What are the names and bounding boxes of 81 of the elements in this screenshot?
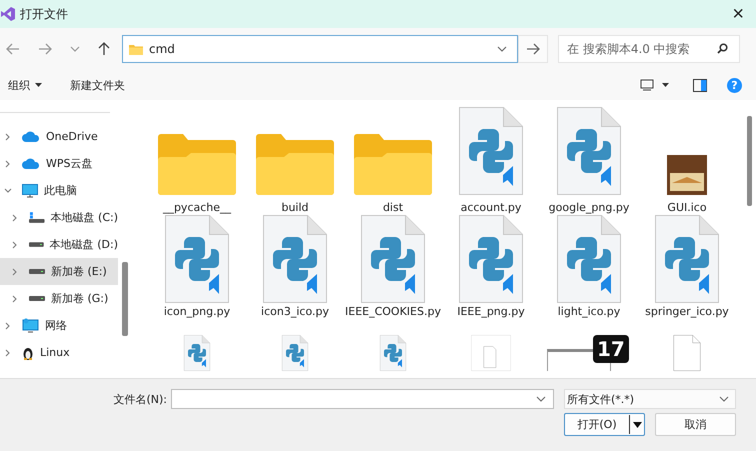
sidebar-item[interactable]: 新加卷 (G:) <box>0 285 118 312</box>
python-file-icon[interactable] <box>655 215 719 303</box>
address-field[interactable]: cmd <box>122 35 518 63</box>
back-arrow-icon[interactable] <box>6 43 20 55</box>
sidebar-item[interactable]: 本地磁盘 (C:) <box>0 204 118 231</box>
folder-icon[interactable] <box>158 133 236 195</box>
go-button[interactable] <box>518 35 548 63</box>
monitor-icon <box>22 184 38 198</box>
file-name[interactable]: dist <box>345 201 441 215</box>
file-name[interactable]: account.py <box>443 201 539 215</box>
drive-icon <box>29 296 45 302</box>
right-arrow-icon <box>526 43 540 55</box>
file-name[interactable]: build <box>247 201 343 215</box>
app-logo-icon <box>0 6 16 22</box>
sidebar-item[interactable]: 网络 <box>0 312 118 339</box>
python-file-icon[interactable] <box>263 215 327 303</box>
chevron-right-icon[interactable] <box>4 348 12 356</box>
file-name[interactable]: icon3_ico.py <box>247 305 343 319</box>
sidebar-item[interactable]: Linux <box>0 339 118 366</box>
file-name[interactable]: IEEE_png.py <box>443 305 539 319</box>
scrollbar-thumb[interactable] <box>747 116 752 206</box>
chevron-right-icon[interactable] <box>11 294 19 302</box>
organize-menu-button[interactable]: 组织 <box>8 76 42 94</box>
file-name[interactable]: light_ico.py <box>541 305 637 319</box>
new-folder-button[interactable]: 新建文件夹 <box>70 76 125 94</box>
folder-icon <box>129 44 143 54</box>
cancel-button[interactable]: 取消 <box>655 413 736 436</box>
close-button[interactable]: × <box>728 4 748 24</box>
python-file-icon[interactable] <box>361 215 425 303</box>
python-file-icon[interactable] <box>557 215 621 303</box>
file-name[interactable]: icon_png.py <box>149 305 245 319</box>
chevron-right-icon[interactable] <box>11 240 19 248</box>
file-name[interactable]: IEEE_COOKIES.py <box>345 305 441 319</box>
folder-icon[interactable] <box>256 133 334 195</box>
drive-icon <box>29 242 44 248</box>
filename-field[interactable] <box>171 389 554 409</box>
network-icon <box>22 318 39 333</box>
sidebar-item[interactable]: 此电脑 <box>0 177 118 204</box>
python-file-icon[interactable] <box>165 215 229 303</box>
sidebar-item[interactable]: 新加卷 (E:) <box>0 258 118 285</box>
search-icon[interactable] <box>717 43 728 54</box>
chevron-down-icon <box>719 396 729 402</box>
folder-icon[interactable] <box>354 133 432 195</box>
sidebar-item[interactable]: WPS云盘 <box>0 150 118 177</box>
caret-icon[interactable] <box>662 83 669 87</box>
sidebar-item[interactable]: 本地磁盘 (D:) <box>0 231 118 258</box>
chevron-right-icon[interactable] <box>11 214 19 222</box>
filename-label: 文件名(N): <box>113 392 167 406</box>
chevron-right-icon[interactable] <box>4 322 12 330</box>
image-file-icon[interactable] <box>667 155 707 195</box>
python-file-icon[interactable] <box>557 107 621 195</box>
file-name[interactable]: GUI.ico <box>639 201 735 215</box>
cloud-icon <box>22 131 40 142</box>
search-field[interactable]: 在 搜索脚本4.0 中搜索 <box>558 35 740 63</box>
view-mode-icon[interactable] <box>640 79 654 91</box>
cloud-icon <box>22 158 40 169</box>
up-arrow-icon[interactable] <box>98 42 110 56</box>
python-file-icon[interactable] <box>459 107 523 195</box>
open-button[interactable]: 打开(O) <box>564 413 645 436</box>
chevron-down-icon[interactable] <box>70 46 80 52</box>
scrollbar-thumb[interactable] <box>122 262 128 336</box>
chevron-right-icon[interactable] <box>11 268 19 276</box>
forward-arrow-icon[interactable] <box>38 43 52 55</box>
window-title: 打开文件 <box>20 6 68 22</box>
chevron-right-icon[interactable] <box>4 132 12 140</box>
caret-icon <box>35 83 42 87</box>
file-name[interactable]: __pycache__ <box>149 201 245 215</box>
sidebar-item[interactable]: OneDrive <box>0 123 118 150</box>
file-type-dropdown[interactable]: 所有文件(*.*) <box>564 389 736 409</box>
chevron-down-icon[interactable] <box>497 46 507 52</box>
file-name[interactable]: google_png.py <box>541 201 637 215</box>
python-file-icon[interactable] <box>459 215 523 303</box>
penguin-icon <box>22 346 34 360</box>
drive-icon <box>29 268 45 274</box>
chevron-right-icon[interactable] <box>4 160 12 168</box>
chevron-down-icon[interactable] <box>4 186 12 194</box>
caret-icon[interactable] <box>632 422 642 428</box>
preview-pane-icon[interactable] <box>693 78 707 92</box>
file-name[interactable]: springer_ico.py <box>639 305 735 319</box>
chevron-down-icon[interactable] <box>536 396 546 402</box>
system-drive-icon <box>29 212 45 224</box>
